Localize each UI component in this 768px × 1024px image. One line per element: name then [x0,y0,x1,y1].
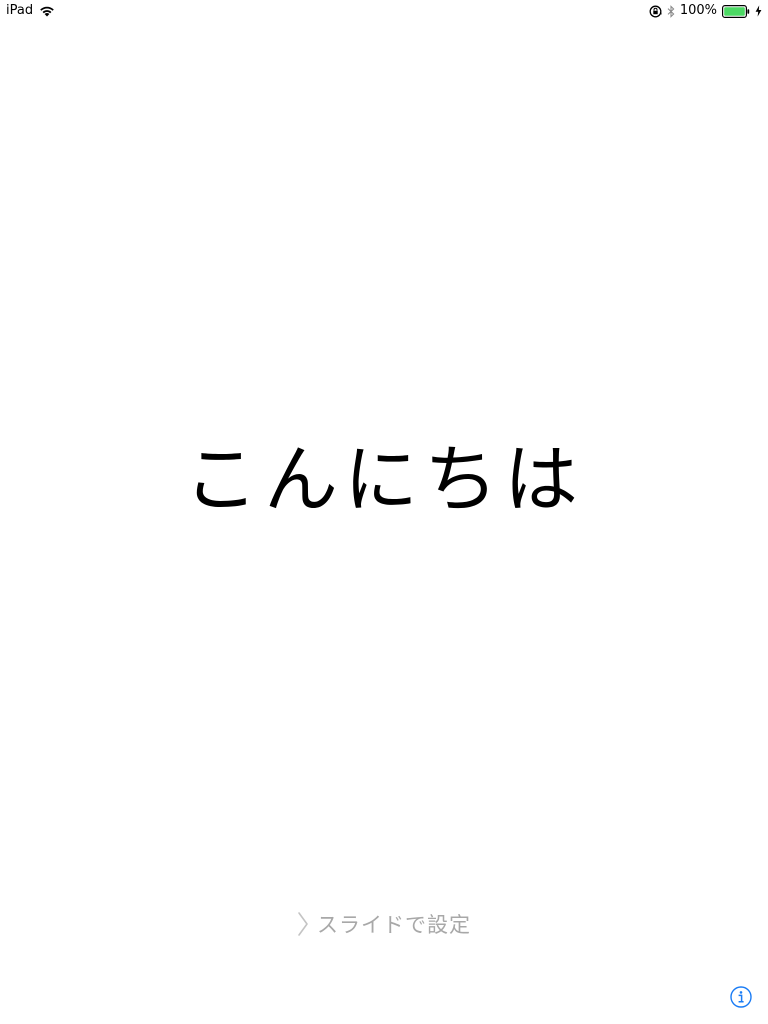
battery-percentage: 100% [679,3,717,18]
battery-icon [722,4,750,18]
info-icon [730,986,752,1008]
greeting-text: こんにちは [184,437,584,523]
battery-fill [724,6,745,16]
slide-to-setup[interactable]: スライドで設定 [0,909,768,939]
device-name: iPad [6,3,34,18]
status-right: 100% [649,3,762,19]
setup-screen: iPad 100% こんにちは スライドで設定 [0,0,768,1024]
charging-icon [755,5,762,17]
chevron-right-icon [297,911,309,937]
status-left: iPad [6,3,55,19]
info-button[interactable] [730,986,752,1008]
bluetooth-icon [667,4,675,18]
wifi-icon [39,5,55,17]
slide-to-setup-label: スライドで設定 [317,913,471,937]
status-bar: iPad 100% [0,0,768,22]
orientation-lock-icon [649,5,662,18]
